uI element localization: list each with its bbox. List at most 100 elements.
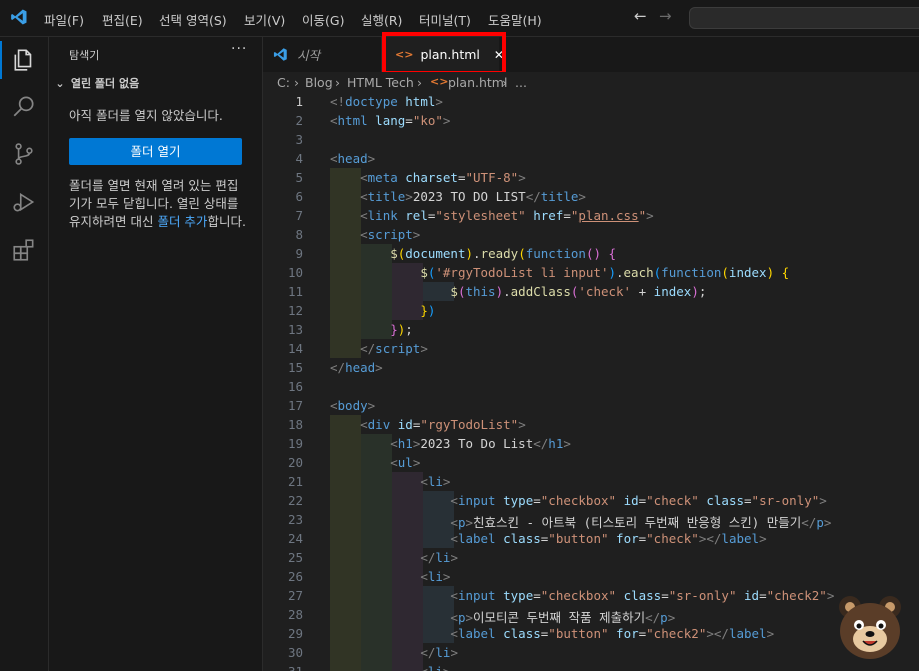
code-token: title bbox=[367, 189, 406, 204]
open-folder-button[interactable]: 폴더 열기 bbox=[69, 138, 242, 165]
bear-mascot-icon bbox=[839, 596, 901, 659]
code-token: $ bbox=[450, 284, 458, 299]
breadcrumb-item[interactable]: C: bbox=[277, 75, 290, 90]
line-number: 21 bbox=[287, 474, 303, 489]
code-token: ) bbox=[608, 265, 616, 280]
code-line: <link rel="stylesheet" href="plan.css"> bbox=[330, 208, 654, 223]
menu-item[interactable]: 편집(E) bbox=[102, 10, 143, 29]
menu-item[interactable]: 이동(G) bbox=[302, 10, 344, 29]
line-number: 11 bbox=[287, 284, 303, 299]
code-token: < bbox=[330, 151, 338, 166]
code-line: }) bbox=[330, 303, 435, 318]
add-folder-link[interactable]: 폴더 추가 bbox=[157, 214, 207, 229]
code-token: href bbox=[533, 208, 564, 223]
code-token: ; bbox=[405, 322, 413, 337]
code-token: meta bbox=[367, 170, 398, 185]
breadcrumb-item[interactable]: Blog bbox=[305, 75, 333, 90]
breadcrumb-item[interactable]: plan.html bbox=[448, 75, 507, 90]
editor-tabs: 시작 <> plan.html ✕ bbox=[263, 37, 919, 73]
menu-item[interactable]: 파일(F) bbox=[44, 10, 84, 29]
code-token: = bbox=[457, 170, 466, 185]
code-token: () bbox=[585, 246, 602, 261]
code-token: = bbox=[759, 588, 767, 603]
source-control-icon[interactable] bbox=[0, 135, 48, 173]
code-token: ready bbox=[480, 246, 519, 261]
code-token: ) bbox=[766, 265, 775, 280]
code-token: ( bbox=[721, 265, 729, 280]
code-line: <body> bbox=[330, 398, 375, 413]
code-token: < bbox=[420, 474, 428, 489]
code-token: > bbox=[412, 455, 421, 470]
breadcrumb-item[interactable]: ... bbox=[515, 75, 527, 90]
line-number: 23 bbox=[287, 512, 303, 527]
code-token: "button" bbox=[548, 626, 609, 641]
code-token: < bbox=[330, 113, 338, 128]
code-token: "sr-only" bbox=[751, 493, 820, 508]
code-token: index bbox=[728, 265, 767, 280]
code-token: "checkbox" bbox=[540, 493, 617, 508]
info-text: 폴더를 열면 현재 열려 있는 편집기가 모두 닫힙니다. 열린 상태를 유지하… bbox=[69, 177, 247, 231]
more-actions-icon[interactable]: ··· bbox=[231, 41, 247, 57]
code-token: > bbox=[518, 170, 526, 185]
code-token: = bbox=[661, 588, 669, 603]
breadcrumb-item[interactable]: HTML Tech bbox=[347, 75, 414, 90]
info-text-post: 합니다. bbox=[207, 214, 246, 229]
code-token: li bbox=[435, 550, 451, 565]
menu-item[interactable]: 터미널(T) bbox=[419, 10, 471, 29]
code-token: "stylesheet" bbox=[435, 208, 526, 223]
line-number: 18 bbox=[287, 417, 303, 432]
chevron-right-icon: › bbox=[502, 75, 507, 90]
code-token: ul bbox=[397, 455, 413, 470]
code-token: p bbox=[816, 515, 824, 530]
code-editor[interactable]: 1 2 3 4 5 6 7 8 9 10 11 12 13 14 15 16 17 18 19 20 21 22 23 24 2… bbox=[263, 92, 919, 671]
arrow-right-icon[interactable]: → bbox=[659, 7, 672, 25]
code-token: > bbox=[442, 113, 451, 128]
code-token: ) bbox=[465, 246, 474, 261]
code-token: p bbox=[660, 610, 668, 625]
extensions-icon[interactable] bbox=[0, 231, 48, 269]
code-line: }); bbox=[330, 322, 413, 337]
code-token: label bbox=[457, 626, 496, 641]
tab-start[interactable]: 시작 bbox=[263, 37, 382, 72]
code-token: ) bbox=[691, 284, 699, 299]
menu-item[interactable]: 선택 영역(S) bbox=[159, 10, 227, 29]
code-line: <html lang="ko"> bbox=[330, 113, 450, 128]
code-line: <input type="checkbox" id="check" class=… bbox=[330, 493, 826, 508]
code-line: <h1>2023 To Do List</h1> bbox=[330, 436, 571, 451]
menu-item[interactable]: 도움말(H) bbox=[488, 10, 542, 29]
command-center-search[interactable] bbox=[689, 7, 919, 29]
menu-item[interactable]: 실행(R) bbox=[361, 10, 402, 29]
code-token: head bbox=[337, 151, 368, 166]
search-icon[interactable] bbox=[0, 87, 48, 125]
code-token: li bbox=[428, 664, 443, 671]
code-token: < bbox=[330, 398, 338, 413]
vscode-logo-icon bbox=[11, 9, 27, 25]
menu-item[interactable]: 보기(V) bbox=[244, 10, 285, 29]
section-header-no-folder[interactable]: ⌄ 열린 폴더 없음 bbox=[53, 75, 139, 91]
arrow-left-icon[interactable]: ← bbox=[634, 7, 647, 25]
line-number: 3 bbox=[295, 132, 303, 147]
code-token: + bbox=[631, 284, 654, 299]
tab-label: 시작 bbox=[297, 48, 321, 63]
code-token: < bbox=[450, 610, 458, 625]
explorer-icon[interactable] bbox=[0, 41, 48, 79]
run-debug-icon[interactable] bbox=[0, 183, 48, 221]
code-token: id bbox=[744, 588, 760, 603]
code-token: this bbox=[465, 284, 496, 299]
code-token: li bbox=[427, 569, 443, 584]
